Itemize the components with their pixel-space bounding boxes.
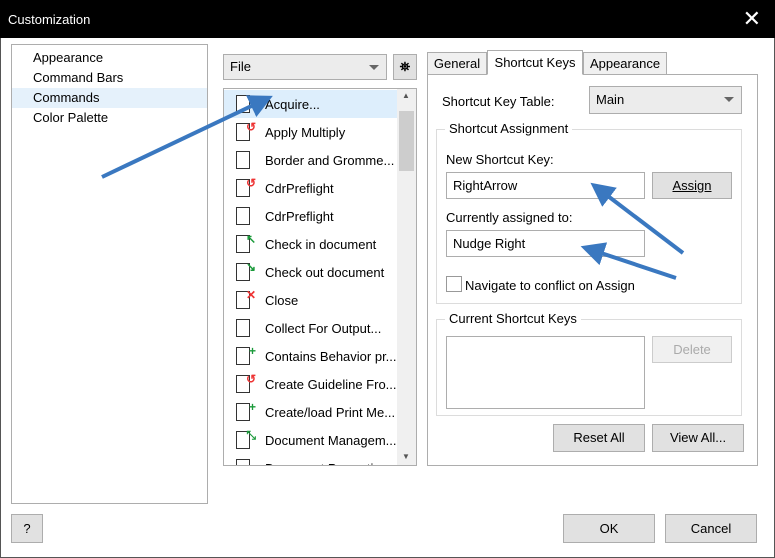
currently-assigned-input[interactable]: Nudge Right bbox=[446, 230, 645, 257]
assign-label: Assign bbox=[672, 178, 712, 193]
add-page-icon: + bbox=[234, 400, 256, 422]
script-icon: ↺ bbox=[234, 372, 256, 394]
command-item[interactable]: ↖ Check in document bbox=[224, 230, 397, 258]
shortcut-table-value: Main bbox=[596, 92, 625, 107]
command-label: Apply Multiply bbox=[265, 124, 346, 140]
binoculars-icon: ⛯ bbox=[399, 59, 411, 74]
tab-appearance[interactable]: Appearance bbox=[583, 52, 667, 75]
nav-item-command-bars[interactable]: Command Bars bbox=[12, 68, 207, 88]
scroll-down-icon[interactable]: ▼ bbox=[402, 452, 410, 461]
command-label: Document Properties bbox=[265, 461, 387, 466]
scroll-thumb[interactable] bbox=[399, 111, 414, 171]
command-item[interactable]: ⤡ Document Managem... bbox=[224, 426, 397, 454]
find-button[interactable]: ⛯ bbox=[393, 54, 417, 80]
collect-icon bbox=[234, 318, 256, 338]
shortcut-table-label: Shortcut Key Table: bbox=[442, 94, 555, 109]
navigate-conflict-label[interactable]: Navigate to conflict on Assign bbox=[465, 278, 635, 293]
group-title: Current Shortcut Keys bbox=[445, 311, 581, 326]
command-item[interactable]: Border and Gromme... bbox=[224, 146, 397, 174]
delete-label: Delete bbox=[673, 342, 711, 357]
command-label: Check out document bbox=[265, 264, 385, 280]
command-item[interactable]: ↘ Check out document bbox=[224, 258, 397, 286]
category-tree[interactable]: Appearance Command Bars Commands Color P… bbox=[11, 44, 208, 504]
new-shortcut-key-input[interactable]: RightArrow bbox=[446, 172, 645, 199]
command-label: Border and Gromme... bbox=[265, 152, 395, 168]
command-label: Acquire... bbox=[265, 96, 320, 112]
commands-list[interactable]: Acquire... ↺ Apply Multiply Border and Grom… bbox=[223, 88, 417, 466]
command-item[interactable]: Document Properties bbox=[224, 454, 397, 466]
page-icon bbox=[234, 206, 256, 226]
command-label: CdrPreflight bbox=[265, 208, 334, 224]
current-shortcut-keys-list[interactable] bbox=[446, 336, 645, 409]
nav-item-color-palette[interactable]: Color Palette bbox=[12, 108, 207, 128]
chevron-down-icon bbox=[724, 97, 734, 102]
check-out-icon: ↘ bbox=[234, 260, 256, 282]
command-label: Create/load Print Me... bbox=[265, 404, 396, 420]
doc-manage-icon: ⤡ bbox=[234, 428, 256, 450]
window-title: Customization bbox=[8, 12, 91, 27]
close-icon[interactable]: ✕ bbox=[743, 6, 761, 32]
chevron-down-icon bbox=[369, 65, 379, 70]
command-item[interactable]: ↺ CdrPreflight bbox=[224, 174, 397, 202]
command-item[interactable]: ↺ Create Guideline Fro... bbox=[224, 370, 397, 398]
check-in-icon: ↖ bbox=[234, 232, 256, 254]
tab-general[interactable]: General bbox=[427, 52, 487, 75]
script-icon: ↺ bbox=[234, 176, 256, 198]
reset-all-button[interactable]: Reset All bbox=[553, 424, 645, 452]
help-button[interactable]: ? bbox=[11, 514, 43, 543]
ok-button[interactable]: OK bbox=[563, 514, 655, 543]
command-item[interactable]: ↺ Apply Multiply bbox=[224, 118, 397, 146]
dialog-body: Appearance Command Bars Commands Color P… bbox=[0, 38, 775, 558]
title-bar: Customization ✕ bbox=[0, 0, 775, 38]
category-dropdown[interactable]: File bbox=[223, 54, 387, 80]
group-title: Shortcut Assignment bbox=[445, 121, 573, 136]
command-label: Collect For Output... bbox=[265, 320, 382, 336]
script-icon: ↺ bbox=[234, 120, 256, 142]
tab-shortcut-keys[interactable]: Shortcut Keys bbox=[487, 50, 583, 75]
add-page-icon: + bbox=[234, 344, 256, 366]
command-label: Document Managem... bbox=[265, 432, 397, 448]
command-label: Close bbox=[265, 292, 299, 308]
page-icon bbox=[234, 458, 256, 465]
delete-button[interactable]: Delete bbox=[652, 336, 732, 363]
command-item[interactable]: Collect For Output... bbox=[224, 314, 397, 342]
assigned-label: Currently assigned to: bbox=[446, 210, 573, 225]
close-doc-icon: ✕ bbox=[234, 288, 256, 310]
new-key-label: New Shortcut Key: bbox=[446, 152, 554, 167]
command-label: CdrPreflight bbox=[265, 180, 334, 196]
command-label: Create Guideline Fro... bbox=[265, 376, 397, 392]
command-label: Check in document bbox=[265, 236, 377, 252]
assign-button[interactable]: Assign bbox=[652, 172, 732, 199]
command-item[interactable]: CdrPreflight bbox=[224, 202, 397, 230]
command-item[interactable]: + Contains Behavior pr... bbox=[224, 342, 397, 370]
command-label: Contains Behavior pr... bbox=[265, 348, 397, 364]
category-value: File bbox=[230, 59, 251, 74]
navigate-conflict-checkbox[interactable] bbox=[446, 276, 462, 292]
command-item[interactable]: ✕ Close bbox=[224, 286, 397, 314]
scroll-up-icon[interactable]: ▲ bbox=[402, 91, 410, 100]
nav-item-commands[interactable]: Commands bbox=[12, 88, 207, 108]
acquire-icon bbox=[234, 94, 256, 114]
cancel-button[interactable]: Cancel bbox=[665, 514, 757, 543]
command-item[interactable]: + Create/load Print Me... bbox=[224, 398, 397, 426]
command-item[interactable]: Acquire... bbox=[224, 90, 397, 118]
nav-item-appearance[interactable]: Appearance bbox=[12, 48, 207, 68]
shortcut-table-dropdown[interactable]: Main bbox=[589, 86, 742, 114]
border-icon bbox=[234, 150, 256, 170]
view-all-button[interactable]: View All... bbox=[652, 424, 744, 452]
scrollbar[interactable]: ▲ ▼ bbox=[397, 89, 416, 465]
